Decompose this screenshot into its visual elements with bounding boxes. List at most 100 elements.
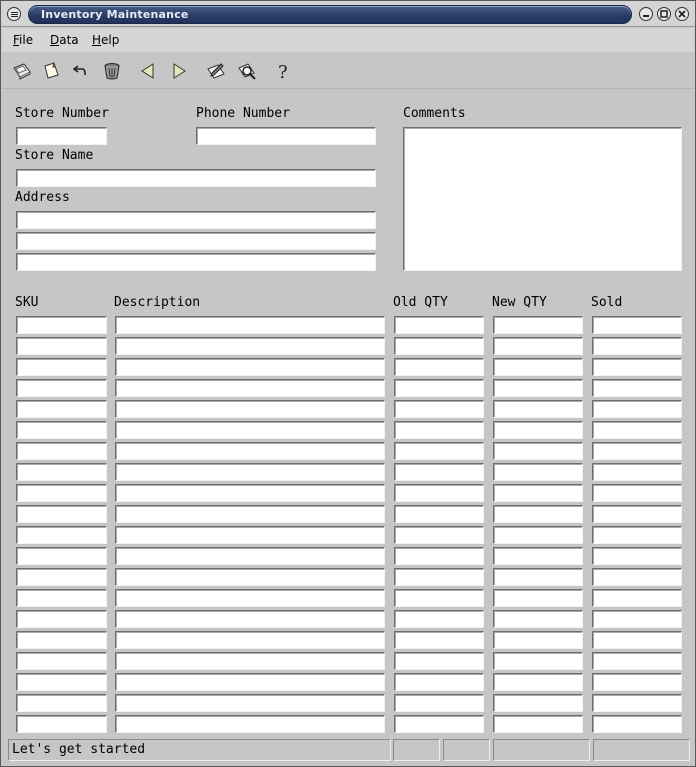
description-cell[interactable] [115,442,385,460]
next-arrow-icon[interactable] [168,60,190,82]
edit-note-icon[interactable] [205,60,227,82]
sku-cell[interactable] [16,715,107,733]
sku-cell[interactable] [16,673,107,691]
description-cell[interactable] [115,400,385,418]
new-qty-cell[interactable] [493,652,583,670]
help-question-icon[interactable]: ? [272,60,294,82]
previous-arrow-icon[interactable] [137,60,159,82]
old-qty-cell[interactable] [394,421,484,439]
address-line-2-field[interactable] [16,232,376,250]
sold-cell[interactable] [592,526,682,544]
description-cell[interactable] [115,673,385,691]
sold-cell[interactable] [592,400,682,418]
description-cell[interactable] [115,316,385,334]
sku-cell[interactable] [16,568,107,586]
old-qty-cell[interactable] [394,505,484,523]
old-qty-cell[interactable] [394,568,484,586]
sku-cell[interactable] [16,400,107,418]
new-qty-cell[interactable] [493,526,583,544]
old-qty-cell[interactable] [394,631,484,649]
sold-cell[interactable] [592,463,682,481]
sold-cell[interactable] [592,673,682,691]
window-menu-icon[interactable] [7,7,21,21]
old-qty-cell[interactable] [394,379,484,397]
old-qty-cell[interactable] [394,610,484,628]
sku-cell[interactable] [16,463,107,481]
sold-cell[interactable] [592,547,682,565]
new-qty-cell[interactable] [493,547,583,565]
close-icon[interactable] [675,7,689,21]
sold-cell[interactable] [592,379,682,397]
sold-cell[interactable] [592,505,682,523]
new-qty-cell[interactable] [493,442,583,460]
sold-cell[interactable] [592,484,682,502]
new-qty-cell[interactable] [493,568,583,586]
description-cell[interactable] [115,568,385,586]
description-cell[interactable] [115,505,385,523]
new-document-icon[interactable] [40,60,62,82]
description-cell[interactable] [115,484,385,502]
old-qty-cell[interactable] [394,652,484,670]
new-qty-cell[interactable] [493,505,583,523]
description-cell[interactable] [115,631,385,649]
old-qty-cell[interactable] [394,316,484,334]
new-qty-cell[interactable] [493,379,583,397]
store-number-field[interactable] [16,127,107,145]
new-qty-cell[interactable] [493,610,583,628]
old-qty-cell[interactable] [394,589,484,607]
title-bar[interactable]: Inventory Maintenance [1,1,695,27]
maximize-icon[interactable] [657,7,671,21]
description-cell[interactable] [115,715,385,733]
old-qty-cell[interactable] [394,526,484,544]
sku-cell[interactable] [16,484,107,502]
new-qty-cell[interactable] [493,316,583,334]
sold-cell[interactable] [592,631,682,649]
new-qty-cell[interactable] [493,484,583,502]
save-disk-icon[interactable] [11,60,33,82]
address-line-3-field[interactable] [16,253,376,271]
old-qty-cell[interactable] [394,694,484,712]
sku-cell[interactable] [16,379,107,397]
sku-cell[interactable] [16,631,107,649]
description-cell[interactable] [115,589,385,607]
sku-cell[interactable] [16,694,107,712]
old-qty-cell[interactable] [394,442,484,460]
sold-cell[interactable] [592,568,682,586]
sold-cell[interactable] [592,421,682,439]
sku-cell[interactable] [16,589,107,607]
sold-cell[interactable] [592,337,682,355]
sold-cell[interactable] [592,316,682,334]
new-qty-cell[interactable] [493,463,583,481]
sku-cell[interactable] [16,610,107,628]
description-cell[interactable] [115,694,385,712]
new-qty-cell[interactable] [493,589,583,607]
sold-cell[interactable] [592,652,682,670]
sku-cell[interactable] [16,337,107,355]
old-qty-cell[interactable] [394,715,484,733]
old-qty-cell[interactable] [394,400,484,418]
menu-data[interactable]: Data [50,33,79,47]
sku-cell[interactable] [16,442,107,460]
title-pill[interactable]: Inventory Maintenance [28,5,632,24]
description-cell[interactable] [115,358,385,376]
sku-cell[interactable] [16,505,107,523]
description-cell[interactable] [115,379,385,397]
sku-cell[interactable] [16,421,107,439]
description-cell[interactable] [115,337,385,355]
sold-cell[interactable] [592,442,682,460]
description-cell[interactable] [115,421,385,439]
sold-cell[interactable] [592,610,682,628]
description-cell[interactable] [115,610,385,628]
find-magnifier-icon[interactable] [236,60,258,82]
delete-trash-icon[interactable] [101,60,123,82]
new-qty-cell[interactable] [493,631,583,649]
description-cell[interactable] [115,652,385,670]
old-qty-cell[interactable] [394,358,484,376]
old-qty-cell[interactable] [394,463,484,481]
phone-number-field[interactable] [196,127,376,145]
menu-help[interactable]: Help [92,33,119,47]
comments-textarea[interactable] [403,127,682,271]
description-cell[interactable] [115,526,385,544]
description-cell[interactable] [115,547,385,565]
menu-file[interactable]: File [13,33,33,47]
